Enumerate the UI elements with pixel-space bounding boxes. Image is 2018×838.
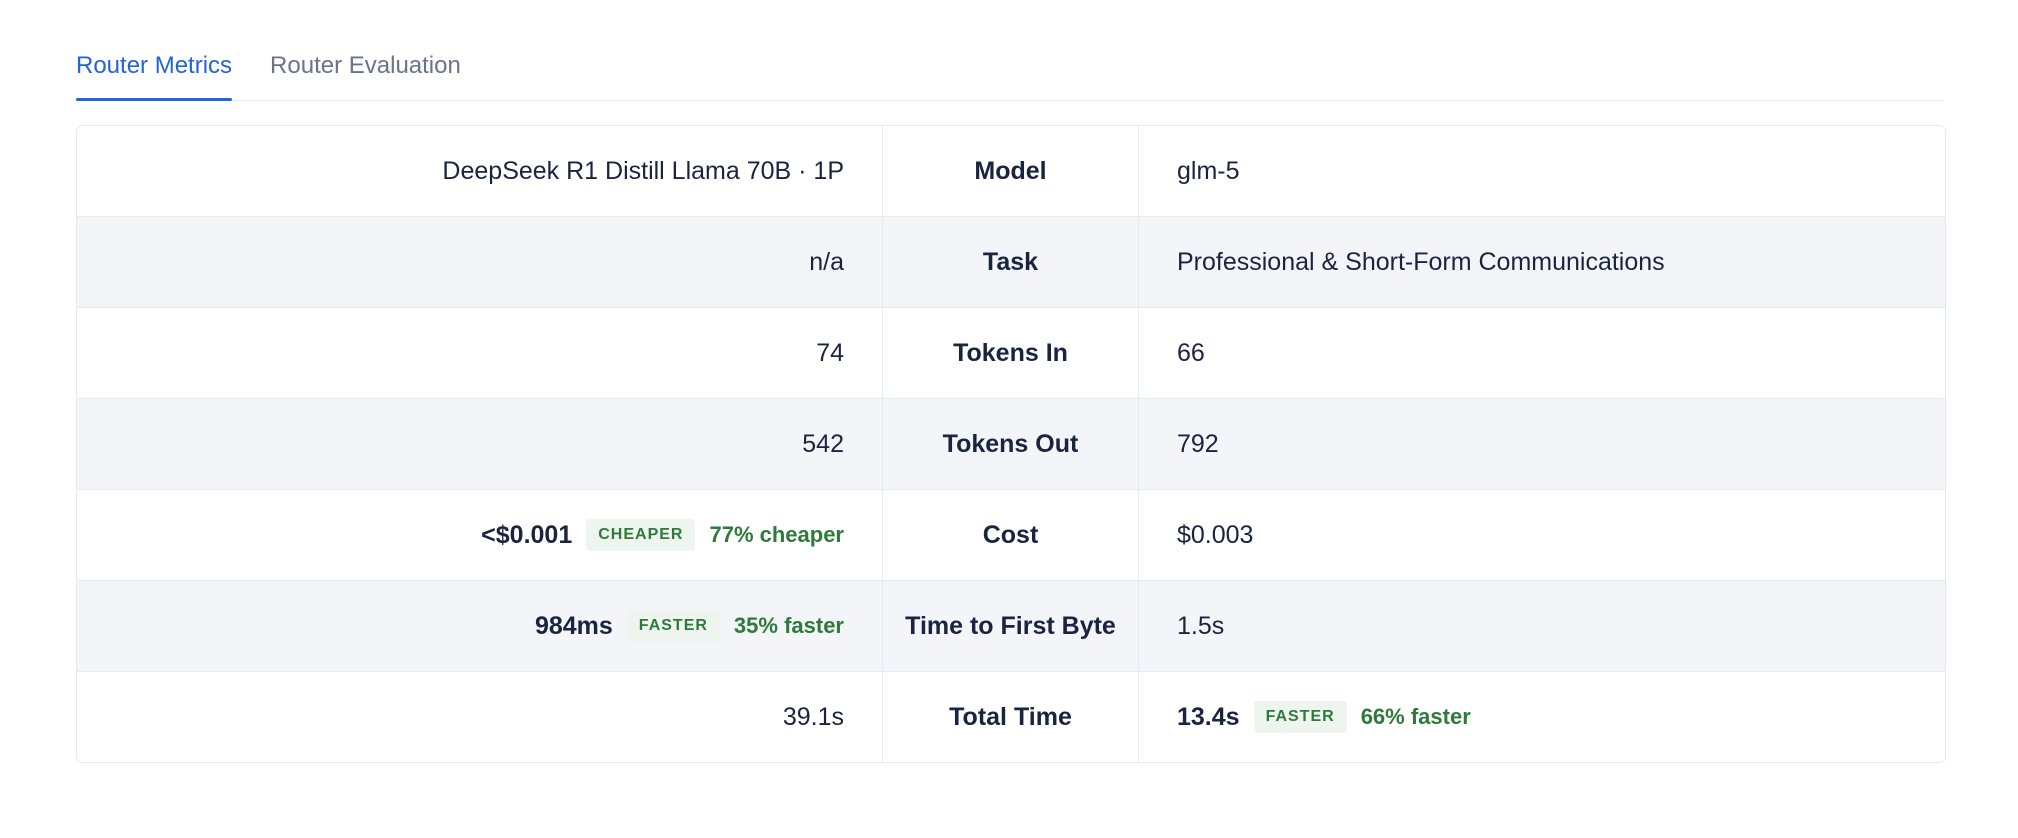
right-task-value: Professional & Short-Form Communications xyxy=(1177,247,1665,276)
right-value-cell: 66 xyxy=(1139,308,1945,398)
metric-label-cell: Tokens Out xyxy=(883,399,1139,489)
tab-bar: Router Metrics Router Evaluation xyxy=(76,40,1944,101)
left-value-cell: 984ms FASTER 35% faster xyxy=(77,581,883,671)
table-row-total-time: 39.1s Total Time 13.4s FASTER 66% faster xyxy=(77,672,1945,762)
tab-router-evaluation[interactable]: Router Evaluation xyxy=(270,40,461,100)
left-value-cell: 74 xyxy=(77,308,883,398)
metric-label-task: Task xyxy=(982,247,1039,276)
metric-label-cell: Tokens In xyxy=(883,308,1139,398)
metric-label-tokens-in: Tokens In xyxy=(953,338,1068,367)
metric-label-cell: Task xyxy=(883,217,1139,307)
right-ttfb-value: 1.5s xyxy=(1177,611,1225,640)
right-total-time-value: 13.4s xyxy=(1177,702,1240,731)
table-row-model: DeepSeek R1 Distill Llama 70B · 1P Model… xyxy=(77,126,1945,217)
right-model-value: glm-5 xyxy=(1177,156,1240,185)
right-value-cell: $0.003 xyxy=(1139,490,1945,580)
table-row-task: n/a Task Professional & Short-Form Commu… xyxy=(77,217,1945,308)
table-row-tokens-out: 542 Tokens Out 792 xyxy=(77,399,1945,490)
metric-label-ttfb: Time to First Byte xyxy=(905,611,1116,640)
tab-router-metrics[interactable]: Router Metrics xyxy=(76,40,233,101)
metric-label-tokens-out: Tokens Out xyxy=(942,429,1079,458)
table-row-ttfb: 984ms FASTER 35% faster Time to First By… xyxy=(77,581,1945,672)
right-value-cell: 792 xyxy=(1139,399,1945,489)
right-cost-value: $0.003 xyxy=(1177,520,1254,549)
faster-badge: FASTER xyxy=(1253,701,1347,733)
right-value-cell: 13.4s FASTER 66% faster xyxy=(1139,672,1945,762)
left-total-time-value: 39.1s xyxy=(782,702,844,731)
right-tokens-out-value: 792 xyxy=(1177,429,1219,458)
ttfb-delta: 35% faster xyxy=(733,613,844,638)
faster-badge: FASTER xyxy=(626,610,720,642)
left-value-cell: DeepSeek R1 Distill Llama 70B · 1P xyxy=(77,126,883,216)
right-value-cell: Professional & Short-Form Communications xyxy=(1139,217,1945,307)
cost-delta: 77% cheaper xyxy=(709,522,844,547)
metric-label-cost: Cost xyxy=(982,520,1039,549)
left-value-cell: 542 xyxy=(77,399,883,489)
metric-label-total-time: Total Time xyxy=(949,702,1072,731)
right-tokens-in-value: 66 xyxy=(1177,338,1205,367)
total-time-delta: 66% faster xyxy=(1360,704,1471,729)
left-tokens-in-value: 74 xyxy=(816,338,844,367)
left-model-value: DeepSeek R1 Distill Llama 70B · 1P xyxy=(442,156,844,185)
left-value-cell: 39.1s xyxy=(77,672,883,762)
left-task-value: n/a xyxy=(809,247,844,276)
table-row-cost: <$0.001 CHEAPER 77% cheaper Cost $0.003 xyxy=(77,490,1945,581)
metric-label-model: Model xyxy=(974,156,1047,185)
left-value-cell: <$0.001 CHEAPER 77% cheaper xyxy=(77,490,883,580)
metric-label-cell: Total Time xyxy=(883,672,1139,762)
left-value-cell: n/a xyxy=(77,217,883,307)
router-metrics-page: Router Metrics Router Evaluation DeepSee… xyxy=(0,0,2018,838)
metrics-table: DeepSeek R1 Distill Llama 70B · 1P Model… xyxy=(76,125,1946,763)
metric-label-cell: Time to First Byte xyxy=(883,581,1139,671)
right-value-cell: 1.5s xyxy=(1139,581,1945,671)
table-row-tokens-in: 74 Tokens In 66 xyxy=(77,308,1945,399)
metric-label-cell: Cost xyxy=(883,490,1139,580)
metric-label-cell: Model xyxy=(883,126,1139,216)
left-tokens-out-value: 542 xyxy=(802,429,844,458)
right-value-cell: glm-5 xyxy=(1139,126,1945,216)
left-ttfb-value: 984ms xyxy=(534,611,613,640)
cheaper-badge: CHEAPER xyxy=(586,519,696,551)
left-cost-value: <$0.001 xyxy=(481,520,573,549)
